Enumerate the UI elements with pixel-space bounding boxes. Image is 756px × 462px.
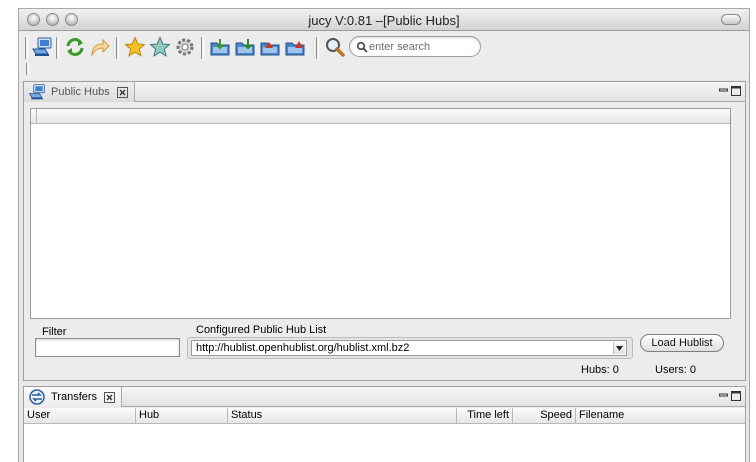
column-header-hub[interactable]: Hub: [136, 408, 228, 423]
public-hubs-icon[interactable]: [31, 36, 53, 58]
column-header-time-left[interactable]: Time left: [457, 408, 513, 423]
toolbar-separator: [25, 37, 28, 59]
tab-transfers-label: Transfers: [51, 391, 98, 403]
toolbar-separator: [26, 63, 29, 75]
hub-list-table-header: [31, 109, 730, 124]
toolbar-separator: [201, 37, 204, 59]
favorite-users-icon[interactable]: [149, 36, 171, 58]
maximize-icon[interactable]: [731, 391, 741, 401]
toolbar-separator: [56, 37, 59, 59]
load-hublist-button[interactable]: Load Hublist: [640, 334, 724, 352]
chevron-down-icon[interactable]: [613, 342, 625, 354]
search-input[interactable]: [369, 39, 475, 54]
download-queue-icon[interactable]: [234, 36, 256, 58]
public-hubs-panel: Public Hubs Filter Configured Public Hub…: [23, 81, 746, 381]
toolbar-separator: [316, 37, 319, 59]
filter-label: Filter: [42, 326, 67, 338]
hublist-label: Configured Public Hub List: [196, 324, 327, 336]
settings-icon[interactable]: [174, 36, 196, 58]
hubs-count: Hubs: 0: [581, 364, 619, 376]
toolbar: [19, 31, 749, 79]
finished-uploads-icon[interactable]: [284, 36, 306, 58]
hublist-dropdown[interactable]: http://hublist.openhublist.org/hublist.x…: [187, 337, 633, 359]
title-bar: jucy V:0.81 –[Public Hubs]: [19, 9, 749, 31]
hub-list-table[interactable]: [30, 108, 731, 319]
finished-downloads-icon[interactable]: [259, 36, 281, 58]
minimize-icon[interactable]: [719, 86, 728, 95]
hub-list-column-header[interactable]: [31, 109, 37, 123]
close-icon[interactable]: [104, 391, 116, 403]
hublist-dropdown-field[interactable]: http://hublist.openhublist.org/hublist.x…: [191, 340, 627, 356]
users-count: Users: 0: [655, 364, 696, 376]
transfers-table-header: User Hub Status Time left Speed Filename: [24, 408, 745, 424]
transfers-icon: [29, 389, 45, 405]
column-header-filename[interactable]: Filename: [576, 408, 747, 423]
tab-public-hubs[interactable]: Public Hubs: [24, 82, 135, 102]
minimize-icon[interactable]: [719, 391, 728, 400]
reconnect-icon[interactable]: [64, 36, 86, 58]
hub-list-download-icon[interactable]: [209, 36, 231, 58]
public-hubs-panel-header: Public Hubs: [24, 82, 745, 102]
column-header-status[interactable]: Status: [228, 408, 457, 423]
filter-input[interactable]: [35, 338, 180, 357]
search-field-icon: [356, 41, 368, 53]
tab-transfers[interactable]: Transfers: [24, 387, 123, 407]
app-window: jucy V:0.81 –[Public Hubs] enter search …: [18, 8, 750, 462]
favorite-hubs-icon[interactable]: [124, 36, 146, 58]
search-icon[interactable]: [324, 36, 346, 58]
maximize-icon[interactable]: [731, 86, 741, 96]
hublist-selected-value: http://hublist.openhublist.org/hublist.x…: [196, 342, 410, 354]
toolbar-toggle-button[interactable]: [721, 14, 741, 25]
column-header-speed[interactable]: Speed: [513, 408, 576, 423]
transfers-panel: Transfers User Hub Status Time left Spee…: [23, 386, 746, 462]
transfers-table[interactable]: User Hub Status Time left Speed Filename: [24, 408, 745, 462]
tab-public-hubs-label: Public Hubs: [51, 86, 110, 98]
transfers-panel-header: Transfers: [24, 387, 745, 407]
column-header-user[interactable]: User: [24, 408, 136, 423]
close-icon[interactable]: [116, 86, 128, 98]
search-field[interactable]: [349, 36, 481, 57]
follow-redirect-icon[interactable]: [89, 36, 111, 58]
toolbar-separator: [116, 37, 119, 59]
window-title: jucy V:0.81 –[Public Hubs]: [308, 13, 460, 28]
public-hubs-icon: [28, 84, 45, 100]
